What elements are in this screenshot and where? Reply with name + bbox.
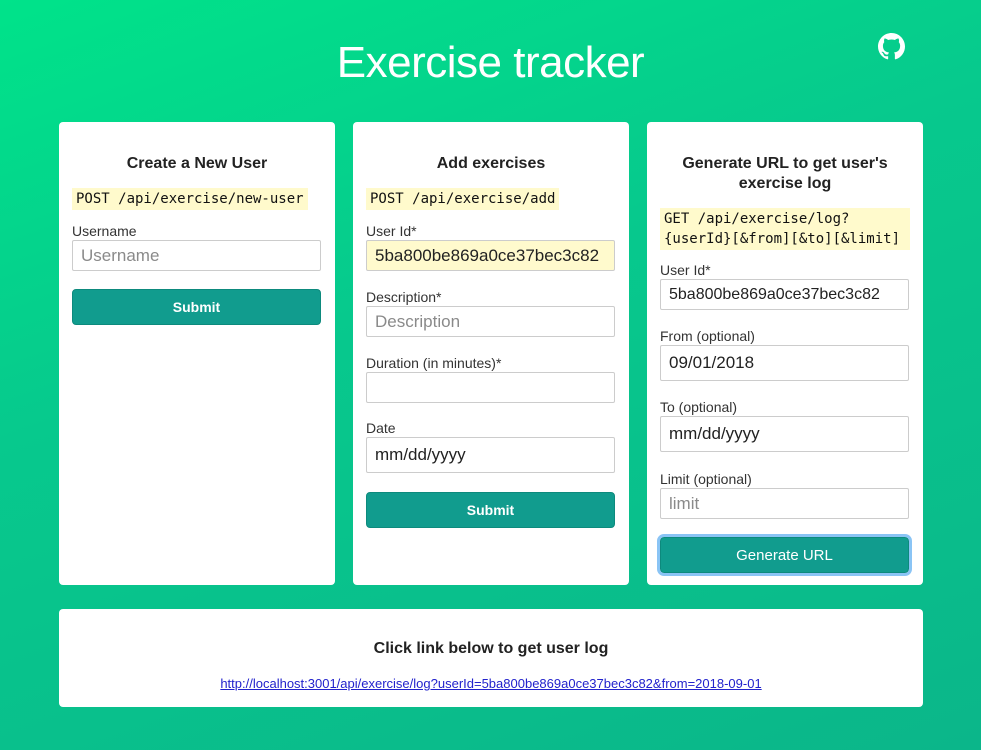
page-title: Exercise tracker <box>336 38 645 87</box>
description-label: Description* <box>366 289 442 305</box>
limit-input[interactable]: limit <box>660 488 909 519</box>
add-userid-label: User Id* <box>366 223 417 239</box>
add-exercise-endpoint: POST /api/exercise/add <box>366 188 560 210</box>
add-exercise-card: Add exercises POST /api/exercise/add Use… <box>353 122 629 585</box>
to-label: To (optional) <box>660 399 738 415</box>
create-user-card: Create a New User POST /api/exercise/new… <box>59 122 335 585</box>
generate-url-heading-line2: exercise log <box>738 175 832 192</box>
date-input[interactable]: mm/dd/yyyy <box>366 437 615 473</box>
duration-label: Duration (in minutes)* <box>366 355 502 371</box>
generate-url-heading-line1: Generate URL to get user's <box>682 155 888 172</box>
new-user-endpoint: POST /api/exercise/new-user <box>72 188 308 210</box>
generate-url-card: Generate URL to get user's exercise log … <box>647 122 923 585</box>
limit-label: Limit (optional) <box>660 471 752 487</box>
username-input[interactable]: Username <box>72 240 321 271</box>
add-exercise-submit-button[interactable]: Submit <box>366 492 615 528</box>
create-user-submit-button[interactable]: Submit <box>72 289 321 325</box>
get-log-endpoint-line2: {userId}[&from][&to][&limit] <box>664 229 901 249</box>
user-log-link[interactable]: http://localhost:3001/api/exercise/log?u… <box>59 676 923 691</box>
from-input[interactable]: 09/01/2018 <box>660 345 909 381</box>
to-input[interactable]: mm/dd/yyyy <box>660 416 909 452</box>
from-label: From (optional) <box>660 328 755 344</box>
generate-url-button[interactable]: Generate URL <box>657 534 912 576</box>
date-label: Date <box>366 420 396 436</box>
add-userid-input[interactable]: 5ba800be869a0ce37bec3c82 <box>366 240 615 271</box>
description-input[interactable]: Description <box>366 306 615 337</box>
result-card: Click link below to get user log http://… <box>59 609 923 707</box>
create-user-heading: Create a New User <box>126 155 268 172</box>
username-label: Username <box>72 223 137 239</box>
duration-input[interactable] <box>366 372 615 403</box>
add-exercise-heading: Add exercises <box>436 155 546 172</box>
log-userid-input[interactable]: 5ba800be869a0ce37bec3c82 <box>660 279 909 310</box>
github-icon[interactable] <box>878 33 905 60</box>
log-userid-label: User Id* <box>660 262 711 278</box>
get-log-endpoint-line1: GET /api/exercise/log? <box>664 209 850 229</box>
result-heading: Click link below to get user log <box>373 640 609 657</box>
